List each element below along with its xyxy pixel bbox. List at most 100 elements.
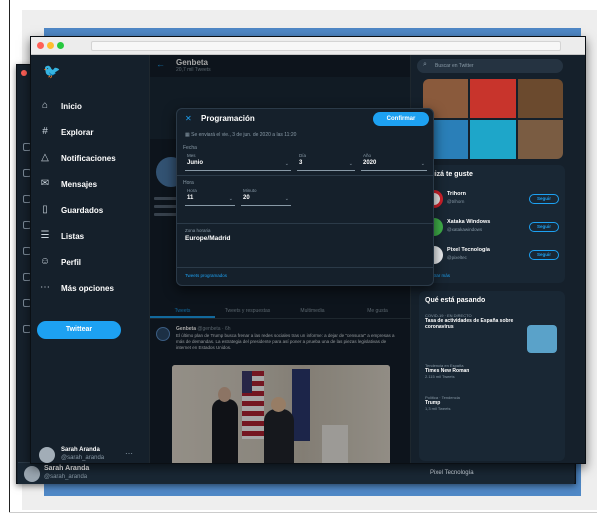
back-account-name: Sarah Aranda (44, 465, 90, 472)
sidebar-item-label: Explorar (61, 127, 94, 137)
media-thumbnail[interactable] (517, 79, 563, 118)
minimize-window-icon[interactable] (47, 42, 54, 49)
scheduled-tweets-link[interactable]: Tweets programados (185, 273, 227, 278)
day-label: Día (299, 153, 307, 158)
search-input[interactable]: ⌕ Buscar en Twitter (417, 59, 563, 73)
sidebar-item-perfil[interactable]: ☺ Perfil (35, 253, 81, 271)
sidebar-item-mensajes[interactable]: ✉ Mensajes (35, 175, 97, 193)
time-section-label: Hora (183, 180, 194, 186)
confirm-button[interactable]: Confirmar (373, 112, 429, 126)
close-dot-icon (21, 70, 27, 76)
search-placeholder: Buscar en Twitter (435, 63, 474, 69)
account-switcher[interactable]: Sarah Aranda @sarah_aranda ⋯ (35, 445, 145, 463)
page-margin-rule (9, 0, 10, 513)
trend-item[interactable]: Tendencia en España Times New Roman 2.11… (425, 363, 561, 379)
media-grid (423, 79, 563, 159)
avatar (24, 466, 40, 482)
back-account-handle: @sarah_aranda (44, 474, 88, 480)
account-name: Sarah Aranda (61, 447, 100, 453)
follow-button[interactable]: Seguir (529, 222, 559, 232)
sidebar-item-inicio[interactable]: ⌂ Inicio (35, 97, 82, 115)
media-thumbnail[interactable] (470, 79, 516, 118)
back-window-account-bar: Sarah Aranda @sarah_aranda Pixel Tecnolo… (18, 462, 574, 484)
chevron-down-icon: ⌄ (284, 196, 289, 202)
minute-value: 20 (243, 195, 250, 201)
day-select[interactable]: Día 3 ⌄ (297, 153, 355, 171)
chevron-down-icon: ⌄ (228, 196, 233, 202)
divider (177, 223, 433, 224)
sidebar-item-listas[interactable]: ☰ Listas (35, 227, 85, 245)
schedule-dialog: ✕ Programación Confirmar ▦ Se enviará el… (176, 108, 434, 286)
divider (177, 267, 433, 268)
sidebar-item-label: Guardados (61, 205, 104, 215)
sidebar-item-explorar[interactable]: # Explorar (35, 123, 93, 141)
follow-button[interactable]: Seguir (529, 194, 559, 204)
date-section-label: Fecha (183, 145, 197, 151)
month-label: Mes (187, 153, 196, 158)
sidebar-item-label: Más opciones (61, 283, 114, 293)
sidebar-item-label: Perfil (61, 257, 82, 267)
avatar (39, 447, 55, 463)
year-value: 2020 (363, 160, 377, 166)
trend-item[interactable]: Política · Tendencia Trump 1,3 mil Tweet… (425, 395, 561, 411)
who-to-follow-panel: Quizá te guste Trihorn @trihorn Seguir X… (419, 165, 565, 283)
hashtag-icon: # (42, 126, 48, 137)
search-icon: ⌕ (423, 61, 427, 68)
panel-title: Qué está pasando (425, 297, 486, 304)
suggestion-handle: @pixeltec (447, 255, 467, 260)
back-suggestion-name: Pixel Tecnología (430, 470, 474, 476)
person-icon: ☺ (39, 256, 51, 267)
suggestion-item[interactable]: Pixel Tecnología @pixeltec Seguir (425, 243, 561, 269)
hour-select[interactable]: Hora 11 ⌄ (185, 188, 235, 206)
sidebar-item-label: Mensajes (61, 179, 98, 189)
bell-icon: △ (41, 152, 49, 163)
dialog-title: Programación (201, 114, 255, 123)
trends-panel: Qué está pasando COVID-19 · EN DIRECTO T… (419, 291, 565, 461)
more-icon: ⋯ (125, 449, 133, 458)
envelope-icon: ✉ (40, 178, 50, 189)
schedule-summary: ▦ Se enviará el vie., 3 de jun. de 2020 … (185, 132, 296, 138)
year-select[interactable]: Año 2020 ⌄ (361, 153, 427, 171)
close-icon[interactable]: ✕ (185, 114, 192, 123)
sidebar-item-label: Inicio (61, 101, 82, 111)
twitter-bird-icon[interactable]: 🐦 (43, 63, 60, 80)
follow-button[interactable]: Seguir (529, 250, 559, 260)
tweet-button[interactable]: Twittear (37, 321, 121, 339)
browser-window: 🐦 ⌂ Inicio # Explorar △ Notificaciones ✉… (30, 36, 586, 464)
trend-thumbnail[interactable] (527, 325, 557, 353)
month-select[interactable]: Mes Junio ⌄ (185, 153, 291, 171)
suggestion-item[interactable]: Xataka Windows @xatakawindows Seguir (425, 215, 561, 241)
suggestion-item[interactable]: Trihorn @trihorn Seguir (425, 187, 561, 213)
suggestion-handle: @xatakawindows (447, 227, 483, 232)
minute-label: Minuto (243, 188, 257, 193)
suggestion-handle: @trihorn (447, 199, 465, 204)
more-icon: ⋯ (40, 282, 50, 293)
hour-label: Hora (187, 188, 197, 193)
sidebar-item-notificaciones[interactable]: △ Notificaciones (35, 149, 116, 167)
chevron-down-icon: ⌄ (284, 161, 289, 167)
suggestion-name: Pixel Tecnología (447, 247, 490, 253)
chevron-down-icon: ⌄ (348, 161, 353, 167)
day-value: 3 (299, 160, 303, 166)
maximize-window-icon[interactable] (57, 42, 64, 49)
schedule-summary-text: Se enviará el vie., 3 de jun. de 2020 a … (191, 132, 297, 138)
close-window-icon[interactable] (37, 42, 44, 49)
address-bar[interactable] (91, 41, 561, 51)
trend-name: Tasa de actividades de España sobre coro… (425, 318, 514, 330)
suggestion-name: Xataka Windows (447, 219, 491, 225)
timezone-value: Europe/Madrid (185, 235, 231, 242)
account-handle: @sarah_aranda (61, 455, 105, 461)
sidebar-item-label: Listas (61, 231, 85, 241)
media-thumbnail[interactable] (517, 120, 563, 159)
sidebar-item-label: Notificaciones (61, 153, 116, 163)
sidebar-item-guardados[interactable]: ▯ Guardados (35, 201, 103, 219)
media-thumbnail[interactable] (470, 120, 516, 159)
trend-count: 1,3 mil Tweets (425, 406, 451, 411)
right-column: ⌕ Buscar en Twitter Quizá te guste Triho… (411, 55, 585, 463)
bookmark-icon: ▯ (42, 204, 48, 215)
minute-select[interactable]: Minuto 20 ⌄ (241, 188, 291, 206)
sidebar-item-mas-opciones[interactable]: ⋯ Más opciones (35, 279, 114, 297)
month-value: Junio (187, 160, 203, 166)
list-icon: ☰ (40, 230, 50, 241)
suggestion-name: Trihorn (447, 191, 466, 197)
